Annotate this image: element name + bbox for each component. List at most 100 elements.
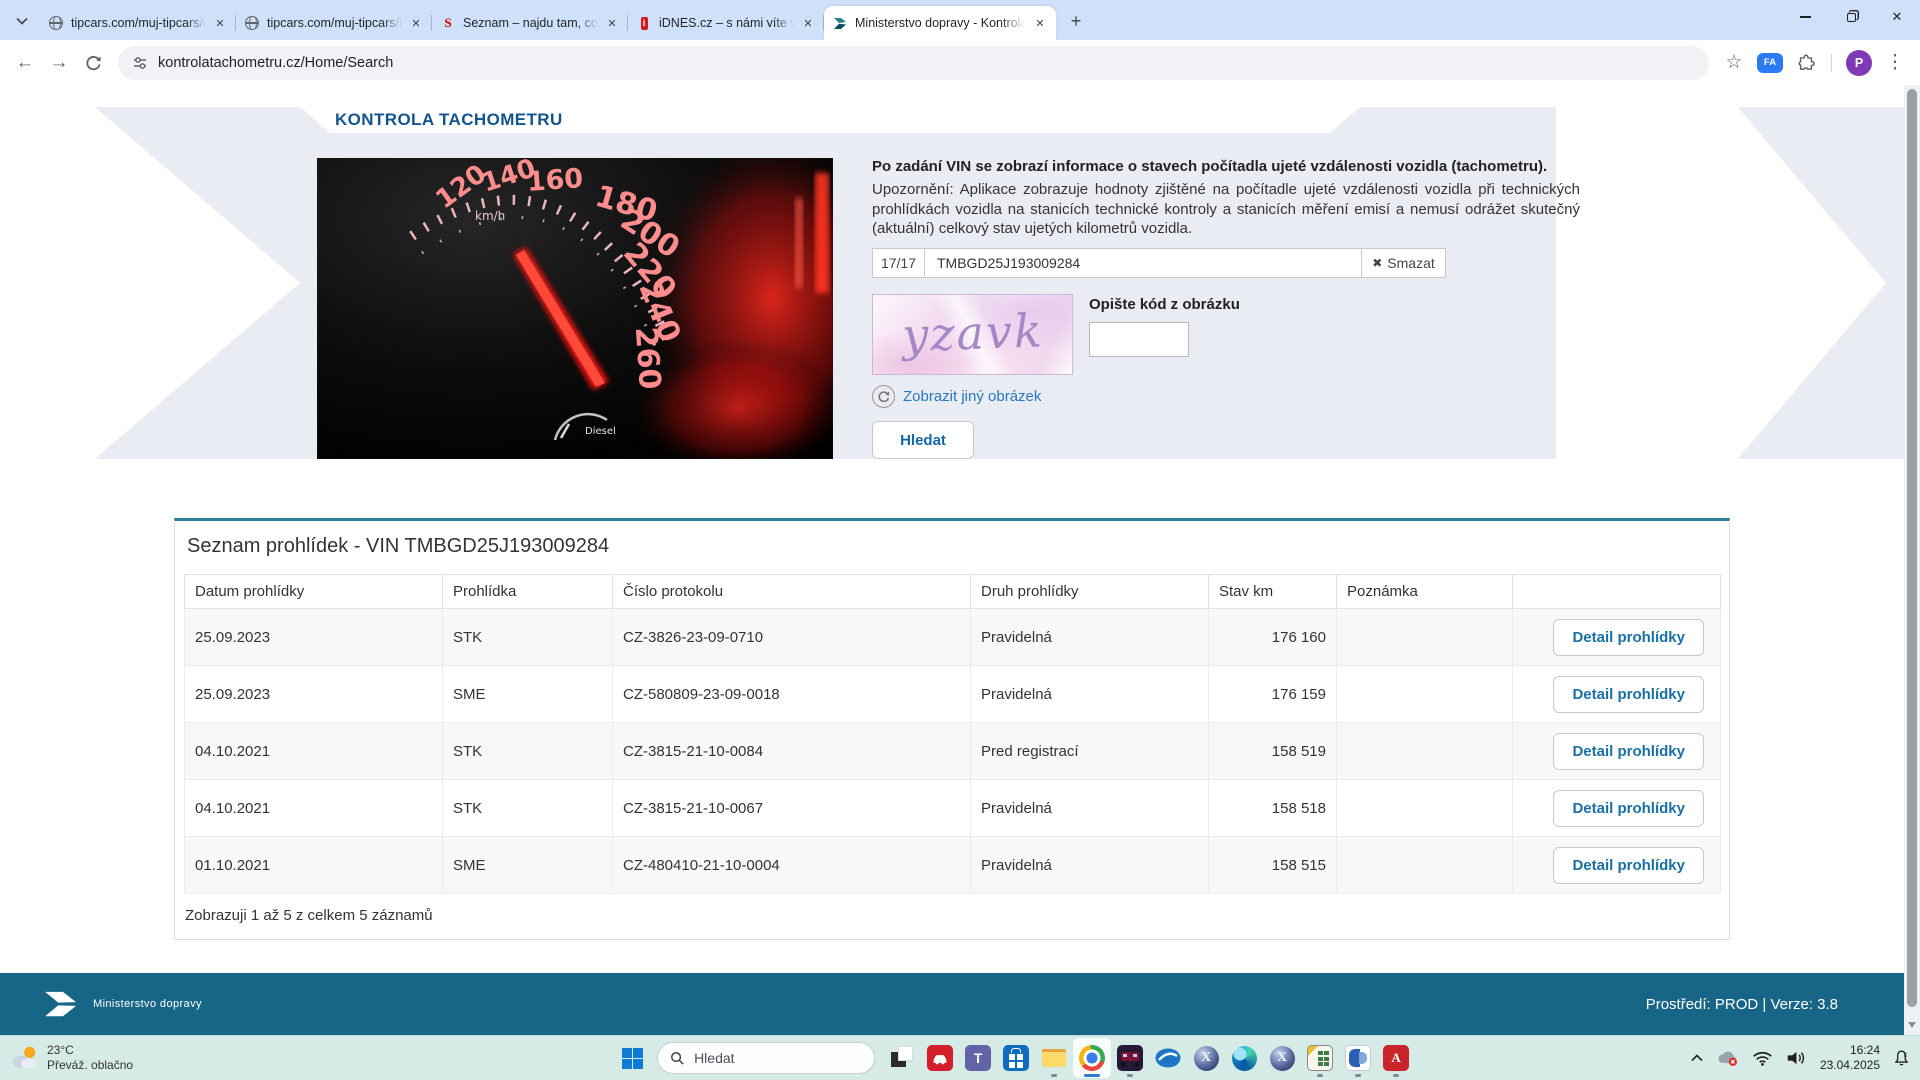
col-km: Stav km bbox=[1209, 575, 1337, 609]
reload-icon[interactable] bbox=[76, 46, 110, 80]
acrobat-icon[interactable]: A bbox=[1377, 1038, 1415, 1078]
cell-druh: Pravidelná bbox=[971, 837, 1209, 894]
tab-label: tipcars.com/muj-tipcars/inzerce bbox=[267, 16, 402, 30]
back-icon[interactable]: ← bbox=[8, 46, 42, 80]
taskbar: 23°C Převáž. oblačno Hledat bbox=[0, 1035, 1920, 1080]
tab-search-icon[interactable] bbox=[8, 7, 36, 35]
edge-icon[interactable] bbox=[1225, 1038, 1263, 1078]
cell-poznamka bbox=[1337, 723, 1513, 780]
start-button[interactable] bbox=[613, 1039, 651, 1077]
col-protokol: Číslo protokolu bbox=[613, 575, 971, 609]
captcha-code-text: yzavk bbox=[901, 303, 1044, 362]
taskbar-clock[interactable]: 16:24 23.04.2025 bbox=[1820, 1043, 1880, 1073]
volume-icon[interactable] bbox=[1786, 1050, 1807, 1066]
svg-text:260: 260 bbox=[628, 326, 667, 391]
vin-input[interactable] bbox=[925, 249, 1361, 277]
table-row: 04.10.2021 STK CZ-3815-21-10-0067 Pravid… bbox=[185, 780, 1721, 837]
teams-icon[interactable]: T bbox=[959, 1038, 997, 1078]
search-form: Po zadání VIN se zobrazí informace o sta… bbox=[872, 158, 1580, 459]
ministry-logo: Ministerstvo dopravy bbox=[43, 989, 202, 1019]
cell-poznamka bbox=[1337, 609, 1513, 666]
scrollbar-down-arrow[interactable] bbox=[1908, 1022, 1916, 1028]
cell-datum: 01.10.2021 bbox=[185, 837, 443, 894]
results-panel: Seznam prohlídek - VIN TMBGD25J193009284… bbox=[174, 518, 1730, 940]
taskbar-search-label: Hledat bbox=[694, 1050, 734, 1066]
close-icon[interactable]: ✕ bbox=[604, 15, 620, 31]
tab-ministerstvo-active[interactable]: Ministerstvo dopravy - Kontrola ✕ bbox=[824, 6, 1056, 40]
search-icon bbox=[670, 1051, 685, 1066]
app-sphere-x-icon[interactable]: X bbox=[1187, 1038, 1225, 1078]
clear-vin-label: Smazat bbox=[1387, 255, 1434, 271]
refresh-captcha-link[interactable]: Zobrazit jiný obrázek bbox=[903, 388, 1041, 405]
onedrive-error-icon[interactable] bbox=[1716, 1049, 1739, 1067]
microsoft-store-icon[interactable] bbox=[997, 1038, 1035, 1078]
taskbar-search[interactable]: Hledat bbox=[657, 1042, 875, 1074]
app-sphere-x2-icon[interactable]: X bbox=[1263, 1038, 1301, 1078]
close-icon[interactable]: ✕ bbox=[212, 15, 228, 31]
cell-protokol: CZ-3815-21-10-0067 bbox=[613, 780, 971, 837]
weather-icon bbox=[10, 1044, 40, 1072]
url-text[interactable]: kontrolatachometru.cz/Home/Search bbox=[158, 55, 393, 71]
extension-fa-icon[interactable]: FA bbox=[1757, 53, 1783, 73]
svg-text:160: 160 bbox=[526, 163, 584, 198]
search-button[interactable]: Hledat bbox=[872, 421, 974, 459]
tab-tipcars-1[interactable]: tipcars.com/muj-tipcars/inzerce ✕ bbox=[40, 6, 236, 40]
cell-druh: Pravidelná bbox=[971, 609, 1209, 666]
detail-button[interactable]: Detail prohlídky bbox=[1553, 733, 1704, 770]
screen: tipcars.com/muj-tipcars/inzerce ✕ tipcar… bbox=[0, 0, 1920, 1080]
close-icon[interactable]: ✕ bbox=[408, 15, 424, 31]
close-window-button[interactable]: ✕ bbox=[1874, 0, 1920, 34]
vertical-scrollbar[interactable] bbox=[1904, 85, 1920, 1035]
site-settings-icon[interactable] bbox=[132, 55, 148, 71]
col-poznamka: Poznámka bbox=[1337, 575, 1513, 609]
system-tray: 16:24 23.04.2025 z bbox=[1691, 1043, 1910, 1073]
wifi-icon[interactable] bbox=[1752, 1050, 1773, 1066]
bookmark-star-icon[interactable]: ☆ bbox=[1717, 46, 1751, 80]
weather-widget[interactable]: 23°C Převáž. oblačno bbox=[10, 1043, 133, 1073]
col-druh: Druh prohlídky bbox=[971, 575, 1209, 609]
app-blue-abstract-icon[interactable] bbox=[1339, 1038, 1377, 1078]
ministry-logo-text: Ministerstvo dopravy bbox=[93, 998, 202, 1010]
detail-button[interactable]: Detail prohlídky bbox=[1553, 619, 1704, 656]
new-tab-button[interactable]: + bbox=[1062, 7, 1090, 35]
browser-tabstrip: tipcars.com/muj-tipcars/inzerce ✕ tipcar… bbox=[0, 0, 1920, 40]
close-icon[interactable]: ✕ bbox=[1032, 15, 1048, 31]
cell-poznamka bbox=[1337, 666, 1513, 723]
clock-time: 16:24 bbox=[1820, 1043, 1880, 1058]
app-overlapping-squares-icon[interactable] bbox=[883, 1038, 921, 1078]
cell-datum: 25.09.2023 bbox=[185, 666, 443, 723]
profile-avatar[interactable]: P bbox=[1846, 50, 1872, 76]
close-icon[interactable]: ✕ bbox=[800, 15, 816, 31]
tab-label: tipcars.com/muj-tipcars/inzerce bbox=[71, 16, 206, 30]
address-bar[interactable]: kontrolatachometru.cz/Home/Search bbox=[118, 46, 1709, 80]
restore-button[interactable] bbox=[1828, 0, 1874, 34]
captcha-input[interactable] bbox=[1089, 322, 1189, 357]
extensions-puzzle-icon[interactable] bbox=[1789, 46, 1823, 80]
tab-seznam[interactable]: S Seznam – najdu tam, co neznám ✕ bbox=[432, 6, 628, 40]
app-pixel-car-icon[interactable] bbox=[1111, 1038, 1149, 1078]
detail-button[interactable]: Detail prohlídky bbox=[1553, 790, 1704, 827]
tab-idnes[interactable]: i iDNES.cz – s námi víte víc ✕ bbox=[628, 6, 824, 40]
cell-datum: 04.10.2021 bbox=[185, 780, 443, 837]
refresh-icon[interactable] bbox=[872, 385, 895, 408]
hero-band: KONTROLA TACHOMETRU bbox=[0, 107, 1904, 459]
detail-button[interactable]: Detail prohlídky bbox=[1553, 847, 1704, 884]
table-header-row: Datum prohlídky Prohlídka Číslo protokol… bbox=[185, 575, 1721, 609]
app-building-form-icon[interactable] bbox=[1301, 1038, 1339, 1078]
clear-vin-button[interactable]: ✖ Smazat bbox=[1361, 249, 1445, 277]
app-blue-oval-icon[interactable] bbox=[1149, 1038, 1187, 1078]
app-tipcars-icon[interactable] bbox=[921, 1038, 959, 1078]
file-explorer-icon[interactable] bbox=[1035, 1038, 1073, 1078]
notification-bell-icon[interactable]: z bbox=[1893, 1049, 1910, 1067]
menu-kebab-icon[interactable]: ⋮ bbox=[1878, 46, 1912, 80]
table-row: 04.10.2021 STK CZ-3815-21-10-0084 Pred r… bbox=[185, 723, 1721, 780]
intro-bold-text: Po zadání VIN se zobrazí informace o sta… bbox=[872, 158, 1580, 177]
forward-icon[interactable]: → bbox=[42, 46, 76, 80]
page-viewport: KONTROLA TACHOMETRU bbox=[0, 85, 1904, 1035]
tab-tipcars-2[interactable]: tipcars.com/muj-tipcars/inzerce ✕ bbox=[236, 6, 432, 40]
tray-chevron-icon[interactable] bbox=[1691, 1054, 1703, 1062]
chrome-icon[interactable] bbox=[1073, 1038, 1111, 1078]
detail-button[interactable]: Detail prohlídky bbox=[1553, 676, 1704, 713]
scrollbar-thumb[interactable] bbox=[1907, 89, 1917, 1007]
minimize-button[interactable] bbox=[1782, 0, 1828, 34]
